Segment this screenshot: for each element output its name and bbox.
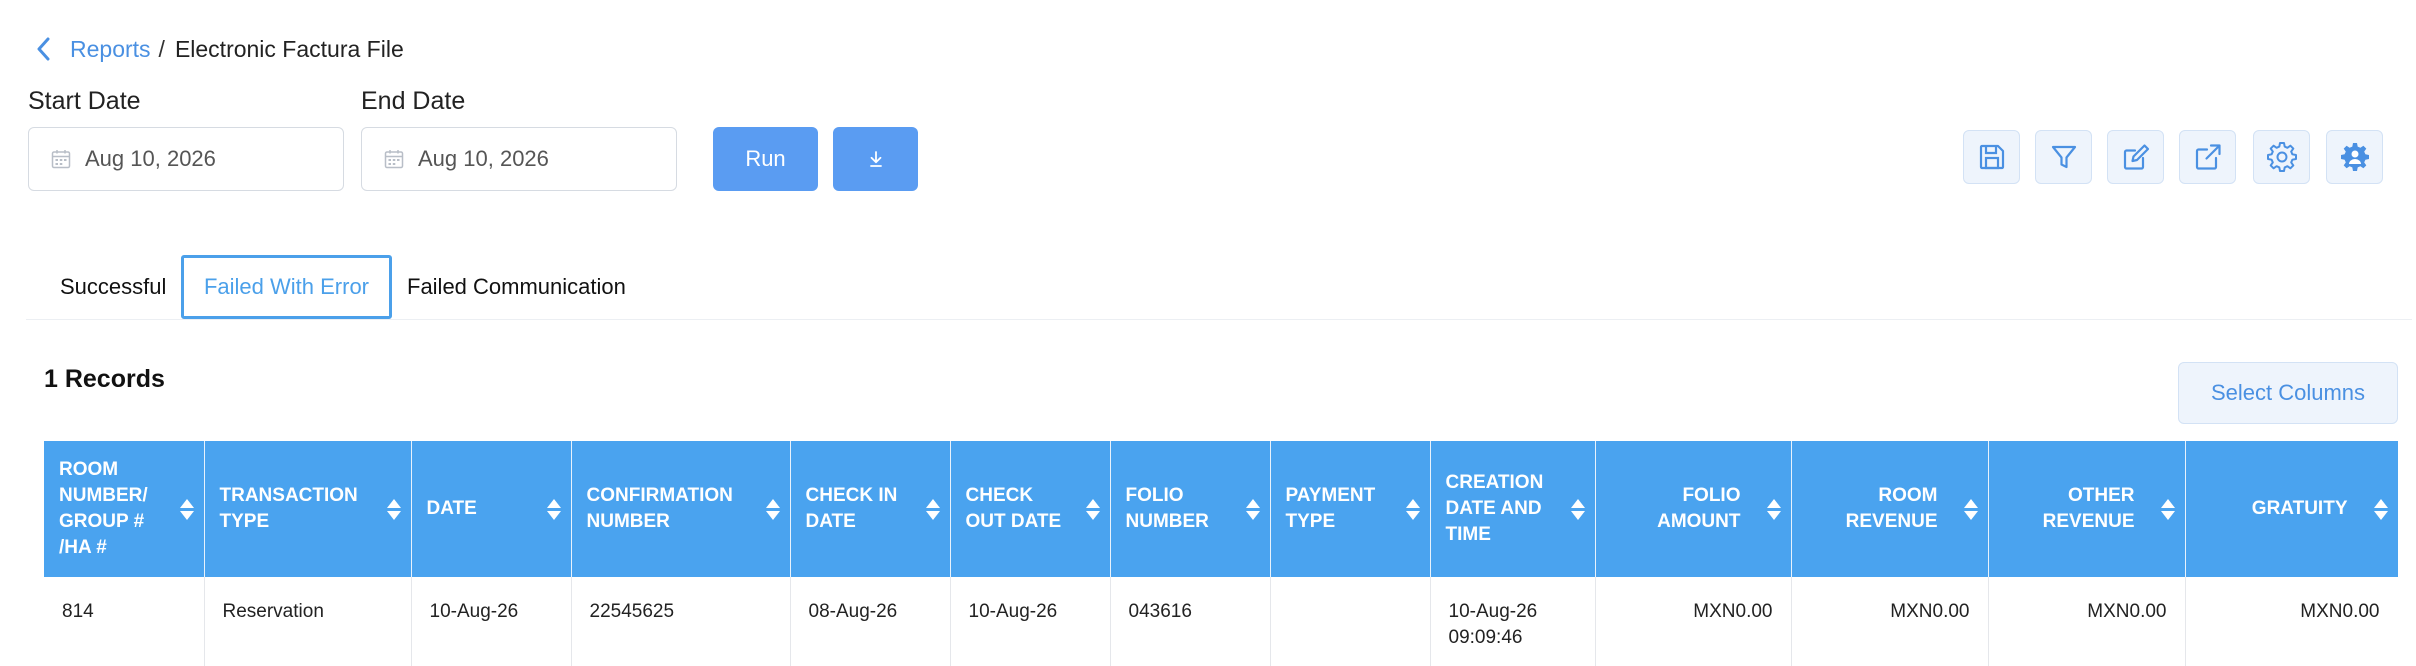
report-tabs: Successful Failed With Error Failed Comm… (26, 255, 2412, 320)
column-header[interactable]: GRATUITY (2185, 441, 2398, 577)
settings-button[interactable] (2253, 130, 2310, 184)
download-button[interactable] (833, 127, 918, 191)
sort-icon[interactable] (1963, 498, 1978, 520)
table-header-row: ROOM NUMBER/ GROUP # /HA # TRANSACTION TY… (44, 441, 2398, 577)
table-cell (1270, 577, 1431, 666)
table-cell: 043616 (1110, 577, 1271, 666)
column-header[interactable]: CHECK OUT DATE (950, 441, 1111, 577)
table-cell: MXN0.00 (1595, 577, 1792, 666)
external-link-icon (2195, 144, 2221, 170)
column-header[interactable]: TRANSACTION TYPE (204, 441, 412, 577)
sort-icon[interactable] (1085, 498, 1100, 520)
filter-button[interactable] (2035, 130, 2092, 184)
end-date-input[interactable]: Aug 10, 2026 (361, 127, 677, 191)
table-cell: 08-Aug-26 (790, 577, 951, 666)
edit-button[interactable] (2107, 130, 2164, 184)
column-header[interactable]: ROOM REVENUE (1791, 441, 1989, 577)
breadcrumb-separator: / (158, 35, 165, 62)
sort-icon[interactable] (386, 498, 401, 520)
records-count: 1 Records (44, 365, 165, 393)
column-header-label: CHECK OUT DATE (965, 485, 1062, 532)
gear-icon (2266, 142, 2297, 172)
column-header-label: PAYMENT TYPE (1285, 485, 1376, 532)
table-cell: 814 (44, 577, 205, 666)
filter-icon (2051, 145, 2076, 169)
download-icon (869, 151, 882, 167)
table-cell: MXN0.00 (1791, 577, 1989, 666)
table-cell: 22545625 (571, 577, 791, 666)
start-date-input[interactable]: Aug 10, 2026 (28, 127, 344, 191)
calendar-icon (51, 150, 71, 169)
sort-icon[interactable] (1405, 498, 1420, 520)
export-button[interactable] (2179, 130, 2236, 184)
breadcrumb: Reports / Electronic Factura File (36, 34, 404, 64)
run-button[interactable]: Run (713, 127, 818, 191)
table-cell: 10-Aug-26 (950, 577, 1111, 666)
column-header-label: GRATUITY (2251, 498, 2348, 519)
column-header[interactable]: FOLIO AMOUNT (1595, 441, 1792, 577)
results-table: ROOM NUMBER/ GROUP # /HA # TRANSACTION TY… (44, 441, 2398, 666)
column-header[interactable]: PAYMENT TYPE (1270, 441, 1431, 577)
column-header-label: CHECK IN DATE (805, 485, 898, 532)
column-header-label: OTHER REVENUE (2042, 485, 2135, 532)
column-header[interactable]: CONFIRMATION NUMBER (571, 441, 791, 577)
page-title: Electronic Factura File (174, 35, 404, 62)
save-button[interactable] (1963, 130, 2020, 184)
column-header-label: DATE (426, 498, 477, 519)
gear-person-icon (2340, 143, 2369, 171)
end-date-label: End Date (361, 87, 466, 115)
sort-icon[interactable] (1245, 498, 1260, 520)
select-columns-button[interactable]: Select Columns (2178, 362, 2398, 424)
start-date-label: Start Date (28, 87, 141, 115)
table-row[interactable]: 814 Reservation 10-Aug-26 22545625 08-Aug-26… (44, 577, 2398, 666)
edit-icon (2123, 144, 2149, 170)
sort-icon[interactable] (546, 498, 561, 520)
column-header-label: CONFIRMATION NUMBER (586, 485, 733, 532)
table-cell: MXN0.00 (1988, 577, 2186, 666)
table-cell: 10-Aug-26 09:09:46 (1430, 577, 1596, 666)
column-header-label: ROOM REVENUE (1845, 485, 1938, 532)
table-cell: Reservation (204, 577, 412, 666)
column-header-label: CREATION DATE AND TIME (1445, 472, 1544, 545)
column-header[interactable]: FOLIO NUMBER (1110, 441, 1271, 577)
table-body: 814 Reservation 10-Aug-26 22545625 08-Aug-26… (44, 577, 2398, 666)
column-header-label: ROOM NUMBER/ GROUP # /HA # (59, 459, 148, 558)
sort-icon[interactable] (765, 498, 780, 520)
column-header-label: FOLIO AMOUNT (1657, 485, 1741, 532)
sort-icon[interactable] (1766, 498, 1781, 520)
column-header-label: TRANSACTION TYPE (219, 485, 358, 532)
column-header[interactable]: CREATION DATE AND TIME (1430, 441, 1596, 577)
tab-successful[interactable]: Successful (60, 255, 166, 319)
chevron-left-icon[interactable] (36, 34, 58, 64)
sort-icon[interactable] (2373, 498, 2388, 520)
column-header[interactable]: CHECK IN DATE (790, 441, 951, 577)
column-header-label: FOLIO NUMBER (1125, 485, 1209, 532)
sort-icon[interactable] (925, 498, 940, 520)
column-header[interactable]: OTHER REVENUE (1988, 441, 2186, 577)
breadcrumb-link-reports[interactable]: Reports (70, 36, 151, 63)
end-date-value: Aug 10, 2026 (418, 146, 549, 171)
column-header[interactable]: DATE (411, 441, 572, 577)
save-icon (1979, 144, 2004, 170)
table-cell: MXN0.00 (2185, 577, 2398, 666)
tab-failed-with-error[interactable]: Failed With Error (181, 255, 392, 319)
sort-icon[interactable] (2160, 498, 2175, 520)
sort-icon[interactable] (179, 498, 194, 520)
column-header[interactable]: ROOM NUMBER/ GROUP # /HA # (44, 441, 205, 577)
advanced-settings-button[interactable] (2326, 130, 2383, 184)
tab-failed-communication[interactable]: Failed Communication (407, 255, 626, 319)
table-cell: 10-Aug-26 (411, 577, 572, 666)
sort-icon[interactable] (1570, 498, 1585, 520)
start-date-value: Aug 10, 2026 (85, 146, 216, 171)
calendar-icon (384, 150, 404, 169)
